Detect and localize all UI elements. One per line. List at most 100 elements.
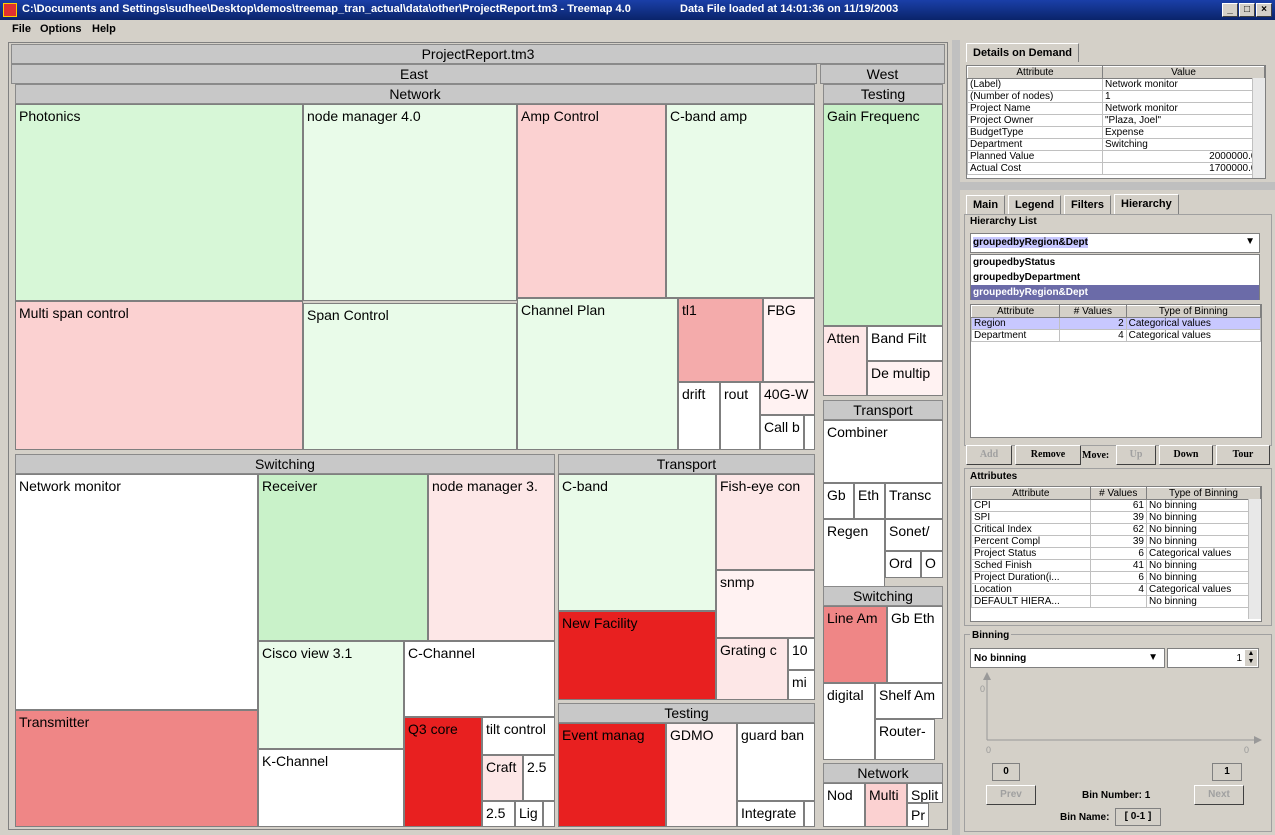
treemap-cell[interactable]: Combiner <box>823 420 943 483</box>
col-header[interactable]: Type of Binning <box>1145 487 1261 500</box>
treemap-cell[interactable]: Network monitor <box>15 474 258 710</box>
col-header[interactable]: Attribute <box>967 66 1103 79</box>
treemap-cell[interactable]: Eth <box>854 483 885 519</box>
treemap-cell[interactable]: C-band <box>558 474 716 611</box>
col-header[interactable]: # Values <box>1059 305 1127 318</box>
cell[interactable]: Region <box>971 317 1061 330</box>
treemap-cell[interactable]: rout <box>720 382 760 450</box>
down-button[interactable]: Down <box>1159 445 1213 465</box>
treemap-cell[interactable]: New Facility <box>558 611 716 700</box>
binning-select[interactable]: No binning ▼ <box>970 648 1165 668</box>
treemap-cell[interactable]: K-Channel <box>258 749 404 827</box>
treemap-cell[interactable]: node manager 4.0 <box>303 104 517 301</box>
menu-file[interactable]: File <box>12 23 31 35</box>
treemap-cell[interactable]: drift <box>678 382 720 450</box>
treemap-cell[interactable]: Atten <box>823 326 867 396</box>
treemap-cell[interactable]: Cisco view 3.1 <box>258 641 404 749</box>
attributes-scrollbar[interactable] <box>1248 499 1261 619</box>
treemap-cell[interactable]: Span Control <box>303 303 517 450</box>
close-button[interactable]: × <box>1256 3 1272 17</box>
cell[interactable]: Location <box>971 583 1091 596</box>
treemap-cell[interactable]: Transc <box>885 483 943 519</box>
up-button[interactable]: Up <box>1116 445 1156 465</box>
cell[interactable]: Department <box>971 329 1061 342</box>
treemap-cell[interactable] <box>804 801 815 827</box>
treemap-cell[interactable]: Multi <box>865 783 907 827</box>
treemap-cell[interactable]: Fish-eye con <box>716 474 815 570</box>
treemap-cell[interactable]: digital <box>823 683 875 760</box>
treemap-cell[interactable]: Grating c <box>716 638 788 700</box>
treemap-cell[interactable]: Photonics <box>15 104 303 301</box>
menu-options[interactable]: Options <box>40 23 82 35</box>
col-header[interactable]: Value <box>1102 66 1265 79</box>
col-header[interactable]: Attribute <box>971 487 1091 500</box>
cell[interactable]: CPI <box>971 499 1091 512</box>
treemap-cell[interactable]: Split <box>907 783 943 803</box>
remove-button[interactable]: Remove <box>1015 445 1081 465</box>
cell[interactable]: Critical Index <box>971 523 1091 536</box>
col-header[interactable]: Type of Binning <box>1125 305 1261 318</box>
treemap-cell[interactable]: 10 <box>788 638 815 670</box>
treemap[interactable]: ProjectReport.tm3 East Network Photonics… <box>8 42 948 830</box>
treemap-cell[interactable]: tl1 <box>678 298 763 382</box>
next-bin-button[interactable]: Next <box>1194 785 1244 805</box>
bin-count-spinner[interactable]: 1 ▲ ▼ <box>1167 648 1259 668</box>
minimize-button[interactable]: _ <box>1222 3 1238 17</box>
treemap-cell[interactable]: Regen <box>823 519 885 587</box>
treemap-cell[interactable] <box>543 801 555 827</box>
tab-filters[interactable]: Filters <box>1064 195 1112 214</box>
cell[interactable]: SPI <box>971 511 1091 524</box>
treemap-cell[interactable]: Sonet/ <box>885 519 943 551</box>
treemap-cell[interactable]: Gb Eth <box>887 606 943 683</box>
tab-legend[interactable]: Legend <box>1008 195 1062 214</box>
panel-divider[interactable] <box>960 182 1275 190</box>
treemap-cell[interactable]: Gb <box>823 483 854 519</box>
spinner-arrows-icon[interactable]: ▲ ▼ <box>1245 650 1257 666</box>
treemap-cell[interactable]: Nod <box>823 783 865 827</box>
chevron-down-icon[interactable]: ▼ <box>1245 236 1255 247</box>
treemap-cell[interactable]: Q3 core <box>404 717 482 827</box>
add-button[interactable]: Add <box>966 445 1012 465</box>
treemap-cell[interactable]: FBG <box>763 298 815 382</box>
treemap-cell[interactable]: Amp Control <box>517 104 666 298</box>
treemap-cell[interactable]: O <box>921 551 943 578</box>
treemap-cell[interactable]: Call b <box>760 415 804 450</box>
col-header[interactable]: # Values <box>1089 487 1147 500</box>
treemap-cell[interactable]: 40G-W <box>760 382 815 415</box>
menu-help[interactable]: Help <box>92 23 116 35</box>
treemap-cell[interactable]: Transmitter <box>15 710 258 827</box>
tab-main[interactable]: Main <box>966 195 1006 214</box>
treemap-cell[interactable]: Integrate <box>737 801 804 827</box>
treemap-cell[interactable]: Channel Plan <box>517 298 678 450</box>
treemap-cell[interactable]: Receiver <box>258 474 428 641</box>
treemap-cell[interactable]: Pr <box>907 803 929 827</box>
treemap-cell[interactable]: Shelf Am <box>875 683 943 719</box>
treemap-cell[interactable]: guard ban <box>737 723 815 801</box>
treemap-cell[interactable]: C-band amp <box>666 104 815 298</box>
treemap-cell[interactable]: tilt control <box>482 717 555 755</box>
hierarchy-select[interactable]: groupedbyRegion&Dept ▼ <box>970 233 1260 253</box>
maximize-button[interactable]: □ <box>1239 3 1255 17</box>
tab-details-on-demand[interactable]: Details on Demand <box>966 43 1080 62</box>
chevron-down-icon[interactable]: ▼ <box>1148 652 1158 663</box>
treemap-cell[interactable]: Event manag <box>558 723 666 827</box>
treemap-cell[interactable]: mi <box>788 670 815 700</box>
dropdown-option[interactable]: groupedbyStatus <box>971 255 1259 270</box>
treemap-cell[interactable]: Multi span control <box>15 301 303 450</box>
treemap-cell[interactable]: GDMO <box>666 723 737 827</box>
cell[interactable]: Percent Compl <box>971 535 1091 548</box>
cell[interactable]: DEFAULT HIERA... <box>971 595 1091 608</box>
treemap-cell[interactable]: Lig <box>515 801 543 827</box>
col-header[interactable]: Attribute <box>971 305 1061 318</box>
treemap-cell[interactable]: Band Filt <box>867 326 943 361</box>
treemap-cell[interactable]: C-Channel <box>404 641 555 717</box>
dropdown-option-selected[interactable]: groupedbyRegion&Dept <box>971 285 1259 300</box>
tab-hierarchy[interactable]: Hierarchy <box>1114 194 1179 215</box>
treemap-cell[interactable]: Router- <box>875 719 935 760</box>
treemap-cell[interactable]: Gain Frequenc <box>823 104 943 326</box>
treemap-cell[interactable]: Ord <box>885 551 921 578</box>
details-scrollbar[interactable] <box>1252 78 1265 178</box>
cell[interactable]: Project Duration(i... <box>971 571 1091 584</box>
treemap-cell[interactable]: node manager 3. <box>428 474 555 641</box>
treemap-cell[interactable]: De multip <box>867 361 943 396</box>
